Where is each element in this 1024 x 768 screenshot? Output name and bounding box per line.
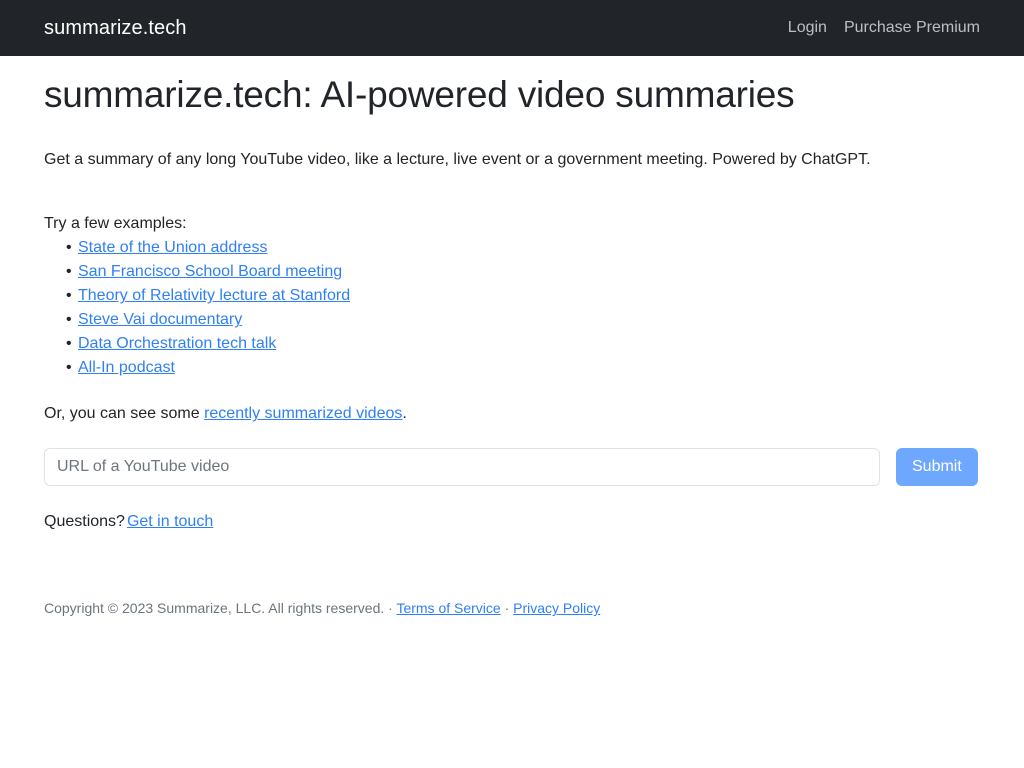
- questions-prefix-text: Questions?: [44, 513, 125, 531]
- example-link-theory-of-relativity[interactable]: Theory of Relativity lecture at Stanford: [78, 287, 350, 304]
- copyright-text: Copyright © 2023 Summarize, LLC. All rig…: [44, 600, 393, 617]
- page-title: summarize.tech: AI-powered video summari…: [44, 74, 795, 115]
- list-item: Data Orchestration tech talk: [66, 332, 980, 356]
- footer-separator: ·: [504, 600, 510, 617]
- page-footer: Copyright © 2023 Summarize, LLC. All rig…: [0, 598, 1024, 619]
- recent-prefix-text: Or, you can see some: [44, 405, 205, 423]
- brand-link[interactable]: summarize.tech: [44, 18, 187, 38]
- recently-summarized-videos-link[interactable]: recently summarized videos: [204, 405, 402, 422]
- list-item: San Francisco School Board meeting: [66, 260, 980, 284]
- example-link-sf-school-board[interactable]: San Francisco School Board meeting: [78, 263, 342, 280]
- nav-link-purchase-premium[interactable]: Purchase Premium: [844, 19, 980, 37]
- url-submit-form: Submit: [44, 448, 980, 487]
- search-input[interactable]: [44, 448, 880, 487]
- nav-link-login[interactable]: Login: [788, 19, 827, 37]
- example-link-all-in-podcast[interactable]: All-In podcast: [78, 359, 175, 376]
- list-item: Steve Vai documentary: [66, 308, 980, 332]
- terms-of-service-link[interactable]: Terms of Service: [396, 600, 500, 616]
- privacy-policy-link[interactable]: Privacy Policy: [513, 600, 600, 616]
- page-description: Get a summary of any long YouTube video,…: [44, 151, 871, 169]
- list-item: All-In podcast: [66, 356, 980, 380]
- navbar-links: Login Purchase Premium: [788, 19, 980, 37]
- list-item: Theory of Relativity lecture at Stanford: [66, 284, 980, 308]
- top-navbar: summarize.tech Login Purchase Premium: [0, 0, 1024, 56]
- examples-list: State of the Union address San Francisco…: [44, 236, 980, 380]
- get-in-touch-link[interactable]: Get in touch: [127, 513, 213, 530]
- recent-suffix-text: .: [402, 405, 407, 423]
- examples-label: Try a few examples:: [44, 215, 187, 233]
- example-link-state-of-the-union[interactable]: State of the Union address: [78, 239, 267, 256]
- example-link-steve-vai[interactable]: Steve Vai documentary: [78, 311, 242, 328]
- questions-line: Questions? Get in touch: [44, 510, 980, 534]
- list-item: State of the Union address: [66, 236, 980, 260]
- main-content: summarize.tech: AI-powered video summari…: [0, 73, 1024, 534]
- recently-summarized-line: Or, you can see some recently summarized…: [44, 402, 980, 426]
- submit-button[interactable]: Submit: [896, 448, 978, 487]
- example-link-data-orchestration[interactable]: Data Orchestration tech talk: [78, 335, 276, 352]
